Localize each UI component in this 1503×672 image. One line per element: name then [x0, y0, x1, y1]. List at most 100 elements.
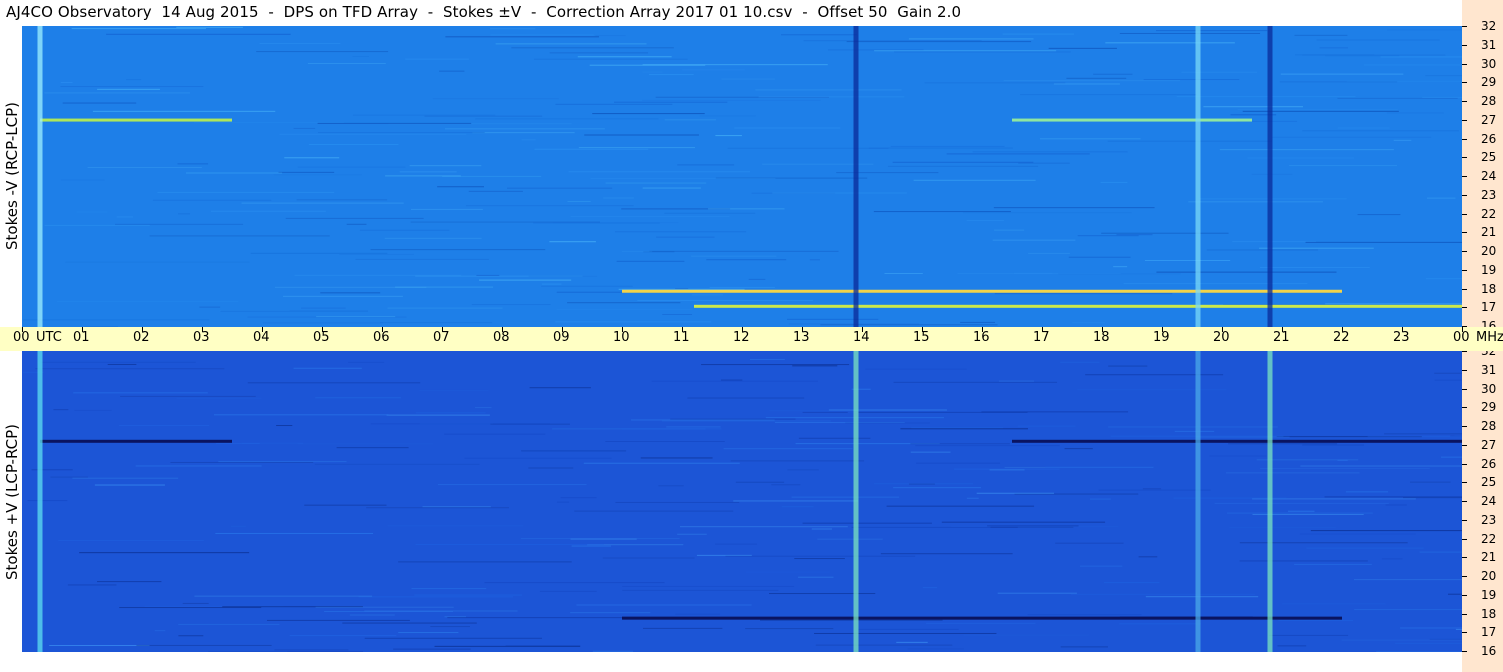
noise-streak: [1119, 32, 1261, 34]
noise-streak: [424, 115, 543, 117]
noise-streak: [534, 148, 649, 150]
noise-streak: [1055, 542, 1124, 544]
noise-streak: [701, 364, 850, 366]
noise-streak: [1400, 627, 1462, 629]
noise-streak: [1282, 603, 1386, 605]
frequency-tick-label: 27: [1481, 437, 1497, 452]
noise-streak: [154, 630, 166, 632]
noise-streak: [911, 427, 1004, 429]
noise-streak: [1228, 443, 1338, 445]
noise-streak: [803, 40, 982, 42]
noise-streak: [419, 389, 489, 391]
frequency-tick-label: 27: [1481, 112, 1497, 127]
spectrogram-background: [22, 26, 1462, 327]
emission-column-5: [1195, 351, 1201, 652]
noise-streak: [528, 275, 598, 277]
time-tick-label: 09: [553, 330, 570, 345]
emission-band-3: [1012, 118, 1252, 122]
noise-streak: [858, 628, 959, 630]
noise-streak: [210, 210, 326, 212]
noise-streak: [1287, 510, 1315, 512]
noise-streak: [584, 134, 699, 136]
time-tick-label: 15: [913, 330, 930, 345]
noise-streak: [966, 497, 979, 499]
stokes-plus-v-spectrogram: [22, 351, 1462, 652]
emission-column-6: [1267, 351, 1273, 652]
noise-streak: [858, 411, 1028, 413]
noise-streak: [1045, 466, 1154, 468]
noise-streak: [1419, 551, 1462, 553]
noise-streak: [1260, 468, 1430, 470]
noise-streak: [314, 463, 480, 465]
frequency-tick-label: 24: [1481, 494, 1497, 508]
noise-streak: [809, 259, 820, 261]
noise-streak: [1176, 96, 1356, 98]
noise-streak: [484, 582, 665, 584]
noise-streak: [908, 38, 1034, 40]
noise-streak: [1278, 620, 1354, 622]
noise-streak: [615, 501, 740, 503]
noise-streak: [410, 208, 483, 210]
noise-streak: [437, 484, 587, 486]
emission-column-3: [37, 351, 43, 652]
noise-streak: [475, 118, 659, 120]
noise-streak: [398, 632, 459, 634]
noise-streak: [65, 261, 250, 263]
noise-streak: [555, 321, 712, 323]
frequency-tick-label: 17: [1481, 300, 1497, 315]
noise-streak: [772, 192, 907, 194]
noise-streak: [1434, 372, 1462, 374]
noise-streak: [922, 587, 938, 589]
noise-streak: [802, 522, 932, 524]
noise-streak: [682, 69, 745, 71]
noise-streak: [1294, 54, 1375, 56]
noise-streak: [71, 28, 206, 30]
noise-streak: [998, 380, 1035, 382]
noise-streak: [1429, 638, 1462, 640]
noise-streak: [409, 165, 482, 167]
noise-streak: [247, 382, 421, 384]
noise-streak: [1354, 609, 1462, 611]
noise-streak: [570, 215, 730, 217]
noise-streak: [1426, 197, 1456, 199]
noise-streak: [802, 411, 848, 413]
noise-streak: [308, 144, 399, 146]
noise-streak: [760, 619, 943, 621]
noise-streak: [355, 258, 489, 260]
noise-streak: [706, 259, 787, 261]
noise-streak: [1268, 634, 1349, 636]
noise-streak: [605, 182, 707, 184]
frequency-tick-label: 29: [1481, 400, 1497, 415]
noise-streak: [1119, 623, 1202, 625]
noise-streak: [913, 179, 1036, 181]
time-tick-label: 22: [1333, 330, 1350, 345]
utc-time-axis: 00 UTC 01 02 03 04 05 06 07 08 09 10 11 12 13 14 15 16 17 1…: [0, 327, 1503, 351]
noise-streak: [962, 212, 1132, 214]
noise-streak: [658, 485, 684, 487]
noise-streak: [119, 425, 210, 427]
noise-streak: [1384, 433, 1462, 435]
noise-streak: [966, 220, 1004, 222]
noise-streak: [1068, 256, 1131, 258]
noise-streak: [735, 481, 785, 483]
noise-streak: [874, 50, 1057, 52]
noise-streak: [1337, 127, 1390, 129]
noise-streak: [1385, 504, 1407, 506]
noise-streak: [846, 41, 1032, 43]
noise-streak: [560, 497, 597, 499]
noise-streak: [304, 504, 387, 506]
frequency-tick: [1462, 213, 1467, 215]
noise-streak: [1306, 547, 1424, 549]
time-tick-label: 05: [313, 330, 330, 345]
noise-streak: [960, 321, 996, 323]
noise-streak: [472, 132, 575, 134]
noise-streak: [437, 186, 484, 188]
noise-streak: [346, 223, 367, 225]
noise-streak: [893, 381, 1058, 383]
noise-streak: [894, 51, 1071, 53]
noise-streak: [464, 457, 612, 459]
noise-streak: [434, 645, 581, 647]
noise-streak: [637, 299, 813, 301]
emission-band-0: [622, 289, 1342, 293]
noise-streak: [339, 253, 414, 255]
